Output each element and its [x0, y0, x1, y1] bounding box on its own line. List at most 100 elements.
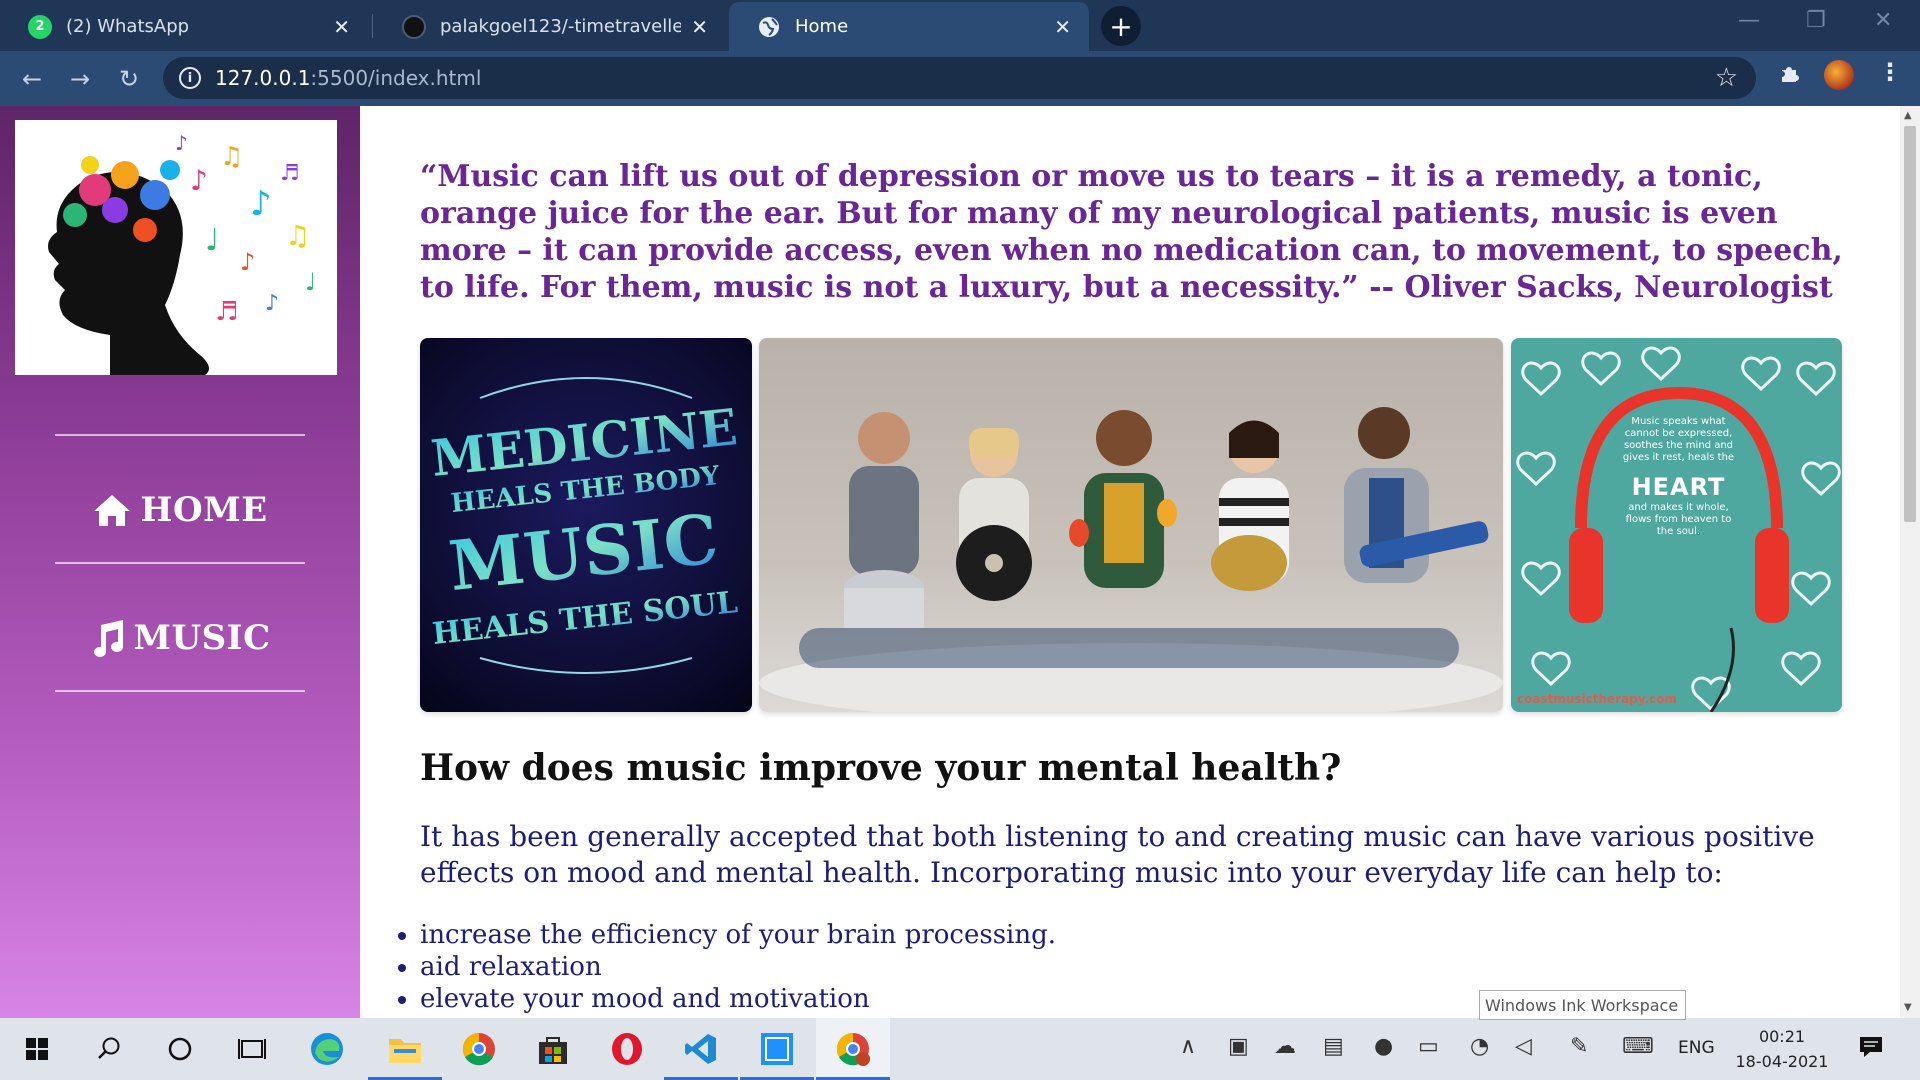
touch-keyboard-icon[interactable]: ⌨	[1622, 1034, 1654, 1059]
tab-github[interactable]: palakgoel123/-timetravellers-hac ✕	[374, 2, 726, 51]
nav-divider	[55, 562, 305, 564]
edge-icon[interactable]	[290, 1018, 364, 1080]
benefits-list: increase the efficiency of your brain pr…	[397, 919, 1057, 1015]
nav-divider	[55, 690, 305, 692]
svg-text:♬: ♬	[215, 297, 238, 327]
svg-text:♪: ♪	[190, 164, 208, 197]
camera-app-icon[interactable]	[740, 1018, 814, 1080]
nav-music-link[interactable]: MUSIC	[55, 606, 305, 670]
headphones-quote-top: Music speaks what cannot be expressed, s…	[1622, 416, 1735, 463]
svg-text:♪: ♪	[265, 291, 279, 316]
meet-now-icon[interactable]: ▣	[1228, 1034, 1249, 1059]
notification-center-icon[interactable]	[1858, 1034, 1884, 1064]
close-tab-icon[interactable]: ✕	[691, 15, 708, 39]
music-note-icon	[89, 619, 125, 657]
tooltip: Windows Ink Workspace	[1479, 990, 1686, 1020]
url-path: :5500/index.html	[310, 66, 482, 90]
url-host: 127.0.0.1	[215, 66, 311, 90]
windows-ink-pen-icon[interactable]: ✎	[1570, 1034, 1588, 1059]
back-button[interactable]: ←	[15, 62, 49, 96]
site-info-icon[interactable]: i	[179, 67, 201, 89]
nav-music-label: MUSIC	[133, 618, 271, 658]
windows-taskbar: ∧ ▣ ☁ ▤ ● ▭ ◔ ◁ ✎ ⌨ ENG 00:21 18-04-2021	[0, 1018, 1920, 1080]
list-item: elevate your mood and motivation	[397, 983, 1056, 1015]
close-tab-icon[interactable]: ✕	[333, 15, 350, 39]
page-scrollbar[interactable]: ▲ ▼	[1900, 106, 1920, 1018]
tab-whatsapp[interactable]: 2 (2) WhatsApp ✕	[0, 2, 368, 51]
new-tab-button[interactable]: +	[1101, 6, 1141, 46]
sidebar: ♪ ♫ ♪ ♬ ♩ ♪ ♫ ♬ ♪ ♩ ♪ HOME MUSIC	[0, 106, 360, 1018]
browser-toolbar: ← → ↻ i 127.0.0.1:5500/index.html ☆	[0, 51, 1920, 106]
globe-icon	[757, 15, 781, 39]
vscode-icon[interactable]	[664, 1018, 738, 1080]
clock-time: 00:21	[1758, 1027, 1806, 1046]
chrome-icon[interactable]	[442, 1018, 516, 1080]
headphones-heart-image: Music speaks what cannot be expressed, s…	[1511, 338, 1842, 712]
section-heading: How does music improve your mental healt…	[420, 747, 1342, 789]
main-content: “Music can lift us out of depression or …	[360, 106, 1900, 1018]
reload-button[interactable]: ↻	[112, 62, 146, 96]
volume-icon[interactable]: ◁	[1515, 1034, 1532, 1059]
whatsapp-icon: 2	[28, 14, 52, 39]
image-watermark: coastmusictherapy.com	[1517, 692, 1677, 706]
nav-home-label: HOME	[140, 490, 268, 530]
tab-home[interactable]: Home ✕	[729, 2, 1089, 51]
microsoft-store-icon[interactable]	[516, 1018, 590, 1080]
browser-tab-strip: 2 (2) WhatsApp ✕ palakgoel123/-timetrave…	[0, 0, 1920, 51]
svg-text:♩: ♩	[205, 223, 219, 258]
svg-text:♩: ♩	[305, 268, 316, 296]
extensions-puzzle-icon[interactable]	[1778, 62, 1802, 92]
oliver-sacks-quote: “Music can lift us out of depression or …	[420, 159, 1843, 305]
wifi-icon[interactable]: ◔	[1470, 1034, 1489, 1059]
svg-text:♪: ♪	[240, 248, 255, 276]
svg-text:♫: ♫	[285, 219, 310, 252]
cortana-icon[interactable]	[143, 1018, 217, 1080]
svg-text:♬: ♬	[280, 161, 300, 186]
heart-word: HEART	[1631, 473, 1726, 501]
chrome-profile-icon[interactable]	[816, 1018, 890, 1080]
microphone-icon[interactable]: ●	[1374, 1034, 1393, 1059]
browser-menu-icon[interactable]: ⋮	[1878, 58, 1902, 86]
list-item: aid relaxation	[397, 951, 1056, 983]
search-icon[interactable]	[72, 1018, 146, 1080]
nav-divider	[55, 434, 305, 436]
opera-icon[interactable]	[590, 1018, 664, 1080]
home-icon	[92, 493, 132, 527]
action-icon[interactable]: ▤	[1323, 1034, 1344, 1059]
window-close-icon[interactable]: ✕	[1874, 8, 1892, 33]
clock-date: 18-04-2021	[1735, 1052, 1829, 1071]
list-item: increase the efficiency of your brain pr…	[397, 920, 1057, 950]
profile-avatar[interactable]	[1824, 60, 1854, 90]
tab-title: palakgoel123/-timetravellers-hac	[440, 16, 682, 37]
intro-paragraph: It has been generally accepted that both…	[420, 820, 1815, 889]
medicine-music-image: MEDICINE HEALS THE BODY MUSIC HEALS THE …	[420, 338, 752, 712]
nav-home-link[interactable]: HOME	[55, 478, 305, 542]
group-musicians-image	[759, 338, 1503, 712]
svg-text:♫: ♫	[220, 142, 243, 172]
scrollbar-thumb[interactable]	[1904, 126, 1916, 522]
svg-text:♪: ♪	[250, 184, 272, 224]
scroll-down-icon[interactable]: ▼	[1904, 1002, 1912, 1013]
address-bar[interactable]: i 127.0.0.1:5500/index.html ☆	[163, 57, 1756, 99]
site-logo: ♪ ♫ ♪ ♬ ♩ ♪ ♫ ♬ ♪ ♩ ♪	[15, 120, 337, 375]
tab-title: (2) WhatsApp	[66, 16, 190, 37]
headphones-quote-bottom: and makes it whole, flows from heaven to…	[1625, 502, 1732, 537]
battery-icon[interactable]: ▭	[1418, 1034, 1439, 1059]
language-indicator[interactable]: ENG	[1678, 1038, 1715, 1058]
start-button[interactable]	[0, 1018, 74, 1080]
file-explorer-icon[interactable]	[368, 1018, 442, 1080]
restore-icon[interactable]: ❐	[1806, 8, 1826, 33]
tab-title: Home	[795, 16, 849, 37]
close-tab-icon[interactable]: ✕	[1054, 15, 1071, 39]
minimize-icon[interactable]: —	[1738, 8, 1760, 33]
system-clock[interactable]: 00:21 18-04-2021	[1730, 1024, 1834, 1074]
scroll-up-icon[interactable]: ▲	[1904, 110, 1912, 121]
onedrive-cloud-icon[interactable]: ☁	[1274, 1034, 1296, 1059]
bookmark-star-icon[interactable]: ☆	[1715, 63, 1738, 93]
page-viewport: ♪ ♫ ♪ ♬ ♩ ♪ ♫ ♬ ♪ ♩ ♪ HOME MUSIC “Music …	[0, 106, 1920, 1018]
task-view-icon[interactable]	[215, 1018, 289, 1080]
svg-text:♪: ♪	[175, 131, 188, 155]
show-hidden-icons-icon[interactable]: ∧	[1180, 1034, 1196, 1059]
forward-button[interactable]: →	[63, 62, 97, 96]
tab-divider	[372, 14, 373, 38]
